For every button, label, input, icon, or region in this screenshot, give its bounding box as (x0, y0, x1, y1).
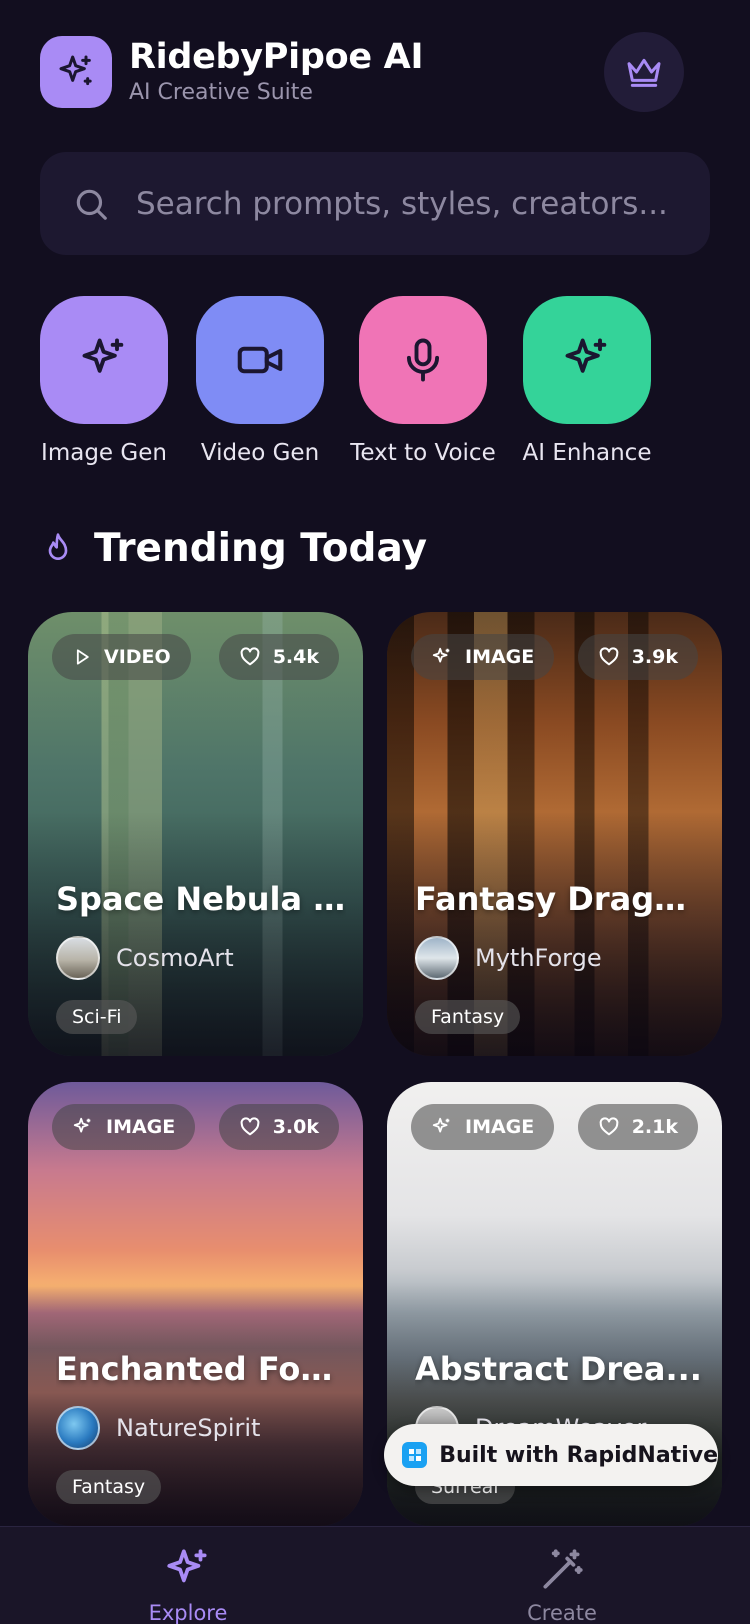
video-camera-icon (237, 346, 283, 374)
search-bar[interactable]: Search prompts, styles, creators... (40, 152, 710, 255)
search-input[interactable]: Search prompts, styles, creators... (136, 186, 668, 222)
nav-label: Explore (148, 1601, 228, 1624)
heart-icon (599, 647, 619, 666)
category-tag[interactable]: Fantasy (415, 1000, 521, 1034)
sparkles-icon (167, 1549, 207, 1583)
quick-tools: Image Gen Video Gen Text to Voice AI Enh… (0, 296, 750, 476)
tool-video-gen[interactable]: Video Gen (190, 296, 330, 466)
sparkles-icon (82, 338, 124, 373)
header: RidebyPipoe AI AI Creative Suite (40, 32, 684, 112)
like-count: 2.1k (631, 1116, 678, 1138)
sparkles-icon (59, 55, 92, 86)
like-count: 5.4k (272, 646, 319, 668)
tool-icon-bg (523, 296, 651, 424)
card-title: Abstract Drea... (415, 1350, 702, 1388)
creator-name: NatureSpirit (116, 1414, 261, 1442)
like-button[interactable]: 3.0k (218, 1104, 339, 1150)
tool-label: Video Gen (200, 440, 320, 466)
like-button[interactable]: 5.4k (218, 634, 339, 680)
crown-icon (627, 58, 661, 87)
like-button[interactable]: 2.1k (577, 1104, 698, 1150)
tool-icon-bg (359, 296, 487, 424)
section-title: Trending Today (94, 525, 427, 571)
media-type-label: IMAGE (465, 646, 535, 668)
media-type-badge: IMAGE (411, 1104, 555, 1150)
nav-item-explore[interactable]: Explore (108, 1545, 268, 1624)
sparkles-icon (432, 647, 450, 663)
built-with-badge[interactable]: Built with RapidNative (384, 1424, 718, 1486)
avatar (415, 936, 459, 980)
media-type-badge: IMAGE (411, 634, 555, 680)
media-type-badge: IMAGE (52, 1104, 196, 1150)
tool-ai-enhance[interactable]: AI Enhance (517, 296, 657, 466)
avatar (56, 936, 100, 980)
tool-label: Text to Voice (350, 440, 496, 466)
media-type-label: IMAGE (106, 1116, 176, 1138)
microphone-icon (406, 338, 440, 382)
creator-info[interactable]: MythForge (415, 936, 602, 980)
media-type-badge: VIDEO (52, 634, 191, 680)
tool-label: AI Enhance (522, 440, 652, 466)
app-logo (40, 36, 112, 108)
heart-icon (599, 1117, 619, 1136)
tool-icon-bg (40, 296, 168, 424)
creator-name: MythForge (475, 944, 602, 972)
tool-icon-bg (196, 296, 324, 424)
flame-icon (48, 533, 68, 560)
like-count: 3.0k (272, 1116, 319, 1138)
magic-wand-icon (543, 1549, 583, 1589)
avatar (56, 1406, 100, 1450)
category-tag[interactable]: Fantasy (56, 1470, 162, 1504)
app-subtitle: AI Creative Suite (129, 80, 313, 105)
built-with-text: Built with RapidNative (439, 1442, 718, 1468)
media-type-label: IMAGE (465, 1116, 535, 1138)
nav-label: Create (527, 1601, 597, 1624)
bottom-nav: Explore Create (0, 1526, 750, 1624)
premium-button[interactable] (604, 32, 684, 112)
like-count: 3.9k (631, 646, 678, 668)
like-button[interactable]: 3.9k (577, 634, 698, 680)
category-tag[interactable]: Sci-Fi (56, 1000, 138, 1034)
creator-info[interactable]: NatureSpirit (56, 1406, 260, 1450)
sparkles-icon (565, 338, 607, 373)
tool-text-to-voice[interactable]: Text to Voice (350, 296, 496, 466)
card-title: Fantasy Dragon... (415, 880, 705, 918)
play-icon (76, 649, 89, 665)
brand: RidebyPipoe AI AI Creative Suite (129, 37, 424, 107)
card-title: Space Nebula J... (56, 880, 346, 918)
heart-icon (240, 1117, 260, 1136)
trending-card[interactable]: VIDEO 5.4k Space Nebula J... CosmoArt Sc… (28, 612, 363, 1056)
section-header: Trending Today (42, 520, 427, 576)
creator-name: CosmoArt (116, 944, 234, 972)
heart-icon (240, 647, 260, 666)
trending-card[interactable]: IMAGE 3.9k Fantasy Dragon... MythForge F… (387, 612, 722, 1056)
sparkles-icon (432, 1117, 450, 1133)
card-title: Enchanted Forest (56, 1350, 346, 1388)
rapidnative-logo-icon (402, 1442, 428, 1468)
grid-icon (408, 1449, 421, 1461)
media-type-label: VIDEO (104, 646, 171, 668)
creator-info[interactable]: CosmoArt (56, 936, 234, 980)
tool-label: Image Gen (41, 440, 167, 466)
tool-image-gen[interactable]: Image Gen (34, 296, 174, 466)
search-icon (76, 189, 107, 220)
app-title: RidebyPipoe AI (129, 37, 424, 77)
trending-card[interactable]: IMAGE 3.0k Enchanted Forest NatureSpirit… (28, 1082, 363, 1526)
sparkles-icon (73, 1117, 91, 1133)
nav-item-create[interactable]: Create (482, 1545, 642, 1624)
